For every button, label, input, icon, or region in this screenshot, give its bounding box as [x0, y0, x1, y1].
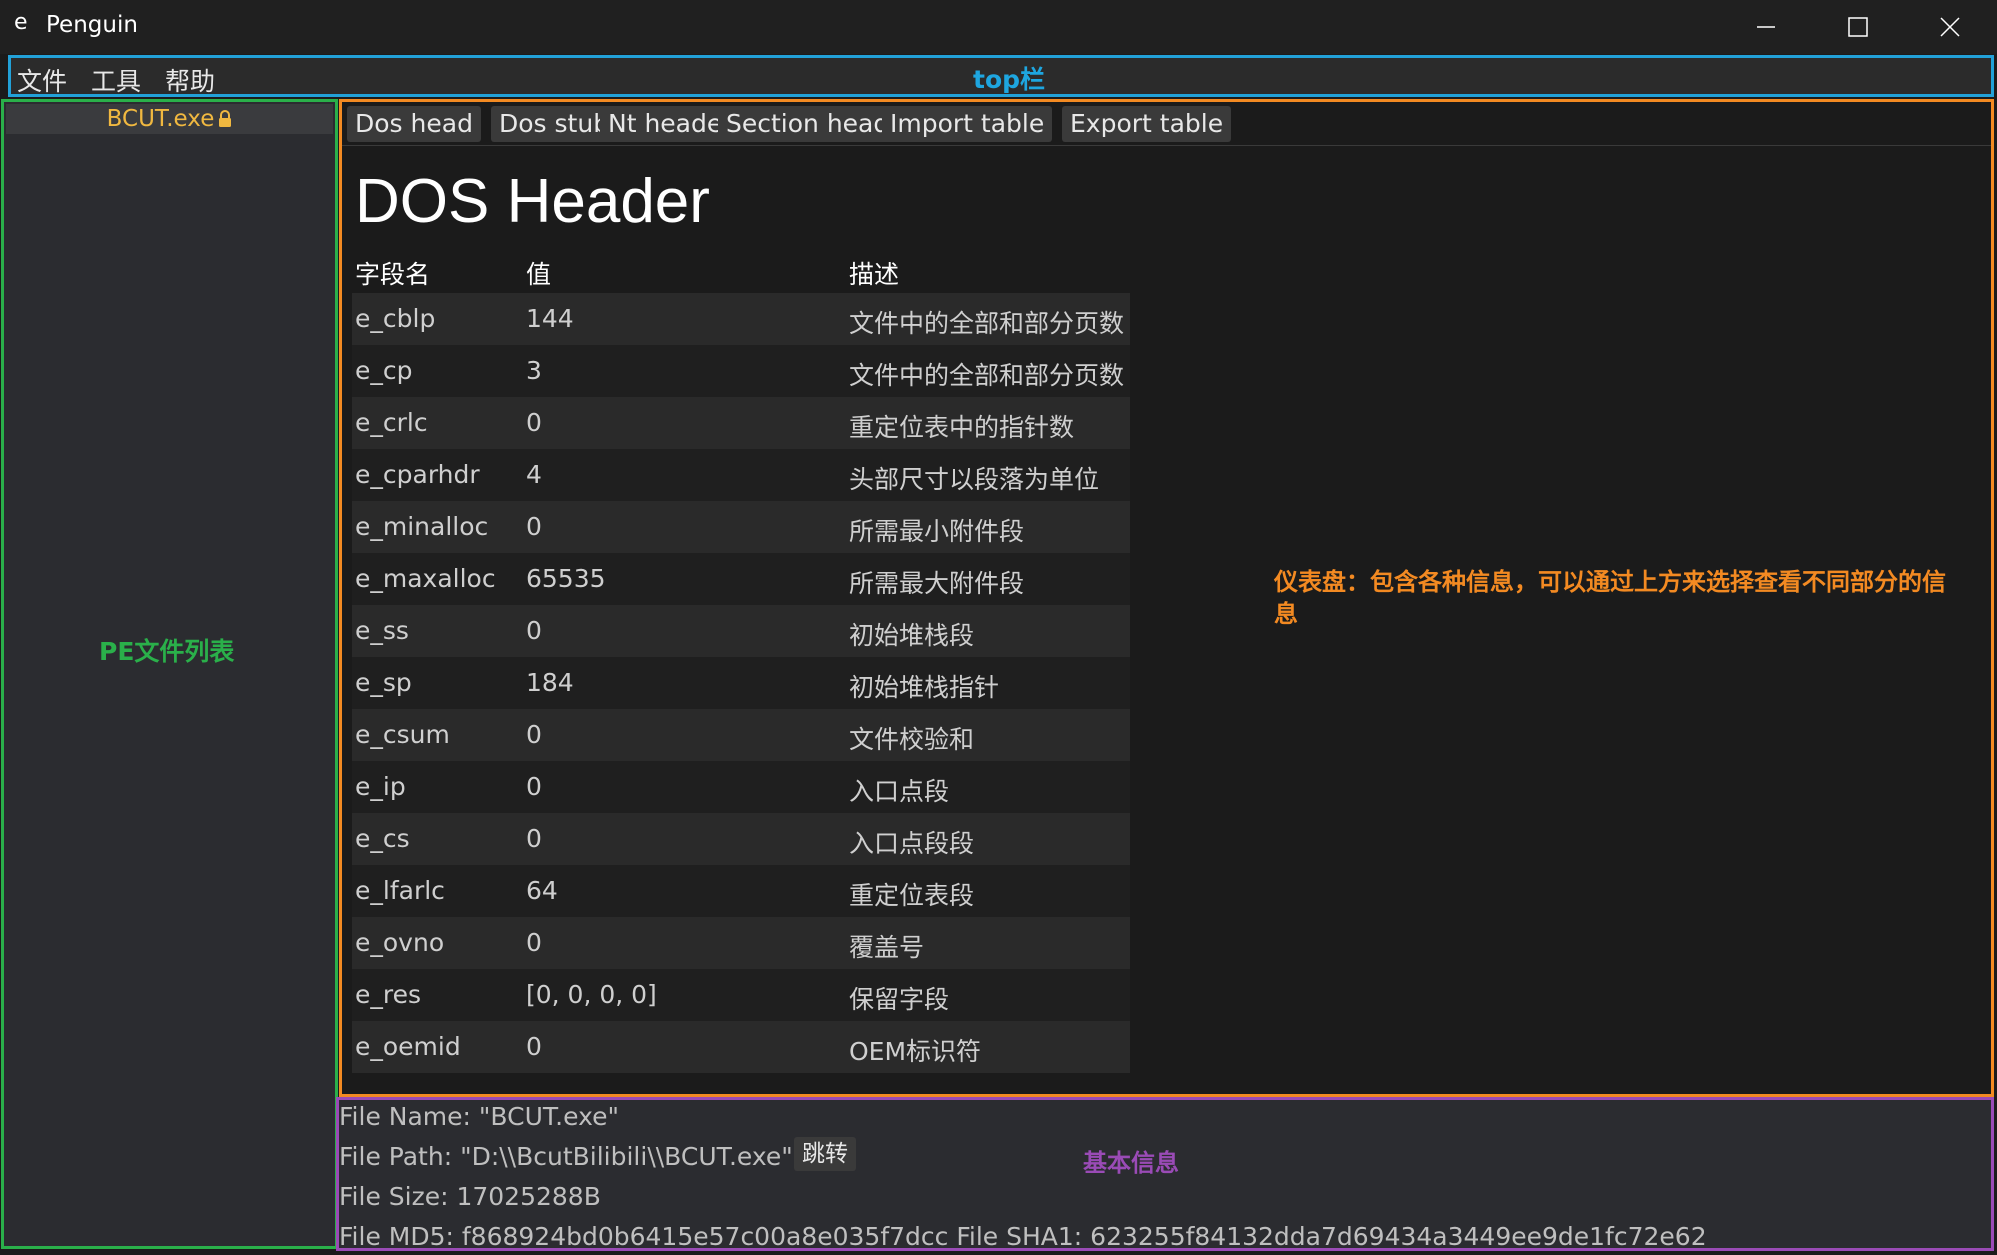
cell-value: 0	[526, 928, 542, 957]
cell-value: 4	[526, 460, 542, 489]
table-row: e_csum 0 文件校验和	[352, 709, 1130, 761]
cell-value: [0, 0, 0, 0]	[526, 980, 657, 1009]
cell-description: 初始堆栈指针	[849, 673, 1000, 702]
jump-button[interactable]: 跳转	[794, 1137, 856, 1171]
maximize-icon	[1848, 17, 1868, 37]
cell-value: 3	[526, 356, 542, 385]
cell-field-name: e_crlc	[355, 408, 428, 437]
cell-field-name: e_ovno	[355, 928, 445, 957]
file-hashes-text: File MD5: f868924bd0b6415e57c00a8e035f7d…	[339, 1222, 1707, 1251]
cell-description: 初始堆栈段	[849, 621, 975, 650]
table-row: e_lfarlc 64 重定位表段	[352, 865, 1130, 917]
cell-field-name: e_minalloc	[355, 512, 489, 541]
table-row: e_oemid 0 OEM标识符	[352, 1021, 1130, 1073]
cell-field-name: e_csum	[355, 720, 450, 749]
close-button[interactable]	[1904, 0, 1996, 54]
cell-description: 文件中的全部和部分页数	[849, 361, 1125, 390]
file-path-text: File Path: "D:\\BcutBilibili\\BCUT.exe"	[339, 1142, 793, 1171]
file-list-item-label: BCUT.exe	[106, 106, 215, 132]
cell-description: 覆盖号	[849, 933, 925, 962]
cell-description: 所需最大附件段	[849, 569, 1025, 598]
cell-value: 184	[526, 668, 574, 697]
close-icon	[1940, 17, 1960, 37]
table-row: e_cs 0 入口点段段	[352, 813, 1130, 865]
table-row: e_minalloc 0 所需最小附件段	[352, 501, 1130, 553]
tab-dos-stub[interactable]: Dos stub	[491, 106, 618, 142]
cell-value: 0	[526, 720, 542, 749]
lock-icon	[218, 106, 232, 127]
app-icon: e	[14, 10, 28, 35]
dos-header-table: 字段名 值 描述 e_cblp 144 文件中的全部和部分页数 e_cp 3 文件中的全部…	[352, 247, 1130, 1073]
cell-field-name: e_ss	[355, 616, 409, 645]
tab-dos-head[interactable]: Dos head	[347, 106, 481, 142]
tab-export-table[interactable]: Export table	[1062, 106, 1232, 142]
cell-description: OEM标识符	[849, 1037, 982, 1066]
section-title: DOS Header	[355, 167, 710, 236]
column-header-value: 值	[526, 260, 552, 289]
cell-description: 入口点段	[849, 777, 950, 806]
table-row: e_ss 0 初始堆栈段	[352, 605, 1130, 657]
cell-field-name: e_oemid	[355, 1032, 461, 1061]
cell-description: 头部尺寸以段落为单位	[849, 465, 1100, 494]
minimize-icon	[1757, 26, 1775, 28]
table-row: e_ovno 0 覆盖号	[352, 917, 1130, 969]
cell-field-name: e_cparhdr	[355, 460, 480, 489]
cell-value: 65535	[526, 564, 606, 593]
table-row: e_maxalloc 65535 所需最大附件段	[352, 553, 1130, 605]
cell-value: 64	[526, 876, 558, 905]
dashboard-annotation: 仪表盘：包含各种信息，可以通过上方来选择查看不同部分的信息	[1274, 568, 1946, 628]
table-row: e_cparhdr 4 头部尺寸以段落为单位	[352, 449, 1130, 501]
table-row: e_cblp 144 文件中的全部和部分页数	[352, 293, 1130, 345]
top-menu-bar: 文件 工具 帮助 top栏	[8, 55, 1994, 97]
cell-field-name: e_maxalloc	[355, 564, 496, 593]
file-name-text: File Name: "BCUT.exe"	[339, 1102, 619, 1131]
menu-help[interactable]: 帮助	[165, 62, 215, 98]
tab-import-table[interactable]: Import table	[882, 106, 1053, 142]
cell-description: 重定位表段	[849, 881, 975, 910]
topbar-annotation: top栏	[973, 65, 1046, 94]
menu-file[interactable]: 文件	[17, 62, 67, 98]
cell-field-name: e_ip	[355, 772, 406, 801]
table-row: e_crlc 0 重定位表中的指针数	[352, 397, 1130, 449]
cell-value: 0	[526, 772, 542, 801]
table-row: e_ip 0 入口点段	[352, 761, 1130, 813]
cell-field-name: e_sp	[355, 668, 412, 697]
cell-value: 0	[526, 1032, 542, 1061]
minimize-button[interactable]	[1720, 0, 1812, 54]
cell-description: 保留字段	[849, 985, 950, 1014]
table-row: e_cp 3 文件中的全部和部分页数	[352, 345, 1130, 397]
file-size-text: File Size: 17025288B	[339, 1182, 601, 1211]
cell-description: 重定位表中的指针数	[849, 413, 1075, 442]
cell-description: 文件中的全部和部分页数	[849, 309, 1125, 338]
maximize-button[interactable]	[1812, 0, 1904, 54]
title-bar: e Penguin	[0, 0, 1997, 54]
cell-value: 144	[526, 304, 574, 333]
cell-field-name: e_res	[355, 980, 422, 1009]
cell-value: 0	[526, 512, 542, 541]
cell-field-name: e_lfarlc	[355, 876, 445, 905]
cell-value: 0	[526, 824, 542, 853]
table-row: e_res [0, 0, 0, 0] 保留字段	[352, 969, 1130, 1021]
cell-value: 0	[526, 616, 542, 645]
cell-field-name: e_cp	[355, 356, 413, 385]
table-header-row: 字段名 值 描述	[352, 247, 1130, 293]
column-header-description: 描述	[849, 260, 900, 289]
sidebar-annotation: PE文件列表	[99, 637, 235, 666]
dashboard: Dos head Dos stub Nt header Section head…	[339, 99, 1994, 1097]
table-row: e_sp 184 初始堆栈指针	[352, 657, 1130, 709]
info-annotation: 基本信息	[1083, 1149, 1179, 1177]
file-list-item[interactable]: BCUT.exe	[6, 104, 333, 134]
cell-field-name: e_cblp	[355, 304, 436, 333]
column-header-field: 字段名	[355, 260, 431, 289]
pe-file-list: BCUT.exe PE文件列表	[1, 99, 338, 1249]
tab-bar: Dos head Dos stub Nt header Section head…	[342, 102, 1991, 146]
cell-description: 所需最小附件段	[849, 517, 1025, 546]
cell-field-name: e_cs	[355, 824, 410, 853]
menu-tools[interactable]: 工具	[91, 62, 141, 98]
basic-info-panel: File Name: "BCUT.exe" File Path: "D:\\Bc…	[336, 1097, 1994, 1251]
cell-description: 入口点段段	[849, 829, 975, 858]
cell-value: 0	[526, 408, 542, 437]
cell-description: 文件校验和	[849, 725, 975, 754]
window-title: Penguin	[46, 12, 138, 38]
